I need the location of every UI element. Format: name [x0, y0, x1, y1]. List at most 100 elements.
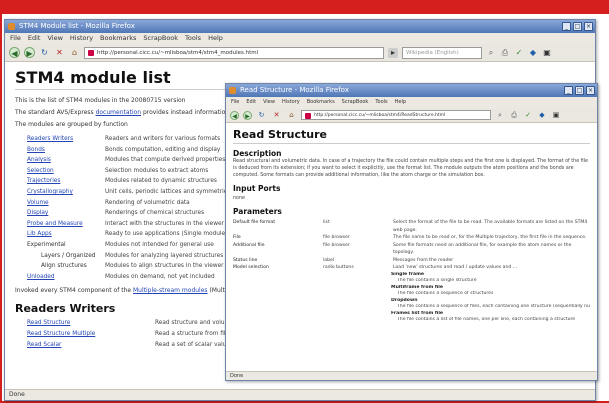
module-description: Selection modules to extract atoms: [105, 167, 209, 174]
module-description: Interact with the structures in the view…: [105, 220, 224, 227]
menu-item-view[interactable]: View: [263, 99, 275, 105]
close-button[interactable]: ×: [586, 86, 595, 95]
print-icon[interactable]: ⎙: [509, 110, 519, 120]
module-description: Unit cells, periodic lattices and symmet…: [105, 188, 231, 195]
module-link[interactable]: Readers Writers: [15, 134, 105, 145]
reader-link[interactable]: Read Structure: [15, 318, 155, 329]
menu-item-edit[interactable]: Edit: [246, 99, 256, 105]
close-button[interactable]: ×: [584, 22, 593, 31]
menu-item-history[interactable]: History: [70, 34, 93, 42]
menu-item-tools[interactable]: Tools: [375, 99, 387, 105]
reader-link[interactable]: Read Structure Multiple: [15, 329, 155, 340]
module-link[interactable]: Analysis: [15, 155, 105, 166]
menu-bar: File Edit View History Bookmarks ScrapBook Too…: [5, 33, 595, 44]
firefox-icon: [8, 23, 15, 30]
stop-icon[interactable]: ✕: [54, 47, 65, 58]
search-input[interactable]: Wikipedia (English): [402, 46, 482, 59]
maximize-button[interactable]: □: [573, 22, 582, 31]
bookmark-icon[interactable]: ◆: [537, 110, 547, 120]
menu-item-scrapbook[interactable]: ScrapBook: [342, 99, 369, 105]
menu-item-help[interactable]: Help: [395, 99, 406, 105]
module-link[interactable]: Unloaded: [15, 272, 105, 283]
title-divider: [233, 143, 590, 144]
module-link[interactable]: Trajectories: [15, 176, 105, 187]
parameter-type: radio buttons: [323, 265, 354, 270]
module-description: Modules for analyzing layered structures: [105, 252, 224, 259]
forward-arrow-icon[interactable]: ▶: [243, 110, 252, 120]
module-description: Rendering of volumetric data: [105, 199, 190, 206]
reload-icon[interactable]: ↻: [256, 110, 267, 121]
check-icon[interactable]: ✓: [523, 110, 533, 120]
back-arrow-icon[interactable]: ◀: [230, 110, 239, 120]
menu-item-view[interactable]: View: [47, 34, 62, 42]
browser-window-read-structure[interactable]: Read Structure - Mozilla Firefox _ □ × F…: [225, 83, 598, 381]
search-icon[interactable]: ⌕: [486, 48, 496, 58]
menu-item-scrapbook[interactable]: ScrapBook: [143, 34, 178, 42]
home-icon[interactable]: ⌂: [286, 110, 297, 121]
parameter-type: file browser: [323, 242, 350, 248]
bookmark-icon[interactable]: ◆: [528, 48, 538, 58]
search-icon[interactable]: ⌕: [495, 110, 505, 120]
module-link[interactable]: Selection: [15, 166, 105, 177]
module-link: Experimental: [27, 241, 66, 248]
module-link[interactable]: Bonds: [15, 145, 105, 156]
top-accent-bar: [0, 0, 609, 14]
parameter-name: File: [233, 235, 241, 240]
module-description: Renderings of chemical structures: [105, 210, 205, 217]
menu-item-tools[interactable]: Tools: [185, 34, 201, 42]
page-content: Read Structure Description Read structur…: [226, 123, 597, 327]
menu-item-bookmarks[interactable]: Bookmarks: [100, 34, 136, 42]
parameter-desc: The file name to be read or, for the Mul…: [393, 235, 587, 240]
stop-icon[interactable]: ✕: [271, 110, 282, 121]
input-ports-text: none: [233, 196, 245, 201]
url-bar[interactable]: http://personal.cicc.cu/~mlisboa/stm4/st…: [84, 46, 384, 59]
menu-item-history[interactable]: History: [282, 99, 300, 105]
parameter-row: File file browser The file name to be read…: [233, 234, 590, 242]
menu-item-edit[interactable]: Edit: [28, 34, 41, 42]
parameter-name: Status line: [233, 257, 258, 263]
go-icon[interactable]: ▸: [388, 47, 398, 58]
documentation-link[interactable]: documentation: [96, 109, 141, 116]
module-description: Modules related to dynamic structures: [105, 178, 217, 185]
model-selection-options: Single frame The file contains a single s…: [233, 272, 590, 324]
module-description: Ready to use applications (Single module…: [105, 231, 231, 238]
module-description: Modules on demand, not yet included: [105, 273, 215, 280]
url-bar[interactable]: http://personal.cicc.cu/~mlisboa/stm4/Re…: [301, 110, 491, 120]
module-link[interactable]: Crystallography: [15, 187, 105, 198]
menu-item-help[interactable]: Help: [208, 34, 223, 42]
menu-item-bookmarks[interactable]: Bookmarks: [307, 99, 335, 105]
module-link[interactable]: Lib Apps: [15, 229, 105, 240]
module-link[interactable]: Probe and Measure: [15, 219, 105, 230]
menu-item-file[interactable]: File: [10, 34, 21, 42]
home-icon[interactable]: ⌂: [69, 47, 80, 58]
download-icon[interactable]: ▣: [542, 48, 552, 58]
module-link[interactable]: Display: [15, 208, 105, 219]
window-titlebar[interactable]: STM4 Module list - Mozilla Firefox _ □ ×: [5, 20, 595, 33]
firefox-icon: [229, 87, 236, 94]
parameter-type: file browser: [323, 235, 350, 240]
module-description: Modules to align structures in the viewe…: [105, 263, 224, 270]
module-description: Readers and writers for various formats: [105, 136, 221, 142]
print-icon[interactable]: ⎙: [500, 48, 510, 58]
maximize-button[interactable]: □: [575, 86, 584, 95]
forward-arrow-icon[interactable]: ▶: [24, 47, 35, 58]
status-bar: Done: [226, 371, 597, 380]
minimize-button[interactable]: _: [562, 22, 571, 31]
minimize-button[interactable]: _: [564, 86, 573, 95]
module-link: Layers / Organized: [41, 252, 96, 259]
option-text: The file contains a list of file names, …: [397, 317, 576, 322]
parameter-row: Default file format list Select the format…: [233, 219, 590, 234]
input-ports-heading: Input Ports: [233, 184, 281, 193]
download-icon[interactable]: ▣: [551, 110, 561, 120]
menu-item-file[interactable]: File: [231, 99, 239, 105]
parameter-desc: Load 'new' structures and read / update …: [393, 265, 518, 270]
reader-link[interactable]: Read Scalar: [15, 340, 155, 351]
back-arrow-icon[interactable]: ◀: [9, 47, 20, 58]
module-description: Modules not intended for general use: [105, 241, 214, 248]
reload-icon[interactable]: ↻: [39, 47, 50, 58]
check-icon[interactable]: ✓: [514, 48, 524, 58]
navigation-toolbar: ◀ ▶ ↻ ✕ ⌂ http://personal.cicc.cu/~mlisb…: [226, 108, 597, 123]
multiple-stream-link[interactable]: Multiple-stream modules: [133, 287, 208, 294]
window-titlebar[interactable]: Read Structure - Mozilla Firefox _ □ ×: [226, 84, 597, 97]
module-link[interactable]: Volume: [15, 198, 105, 209]
